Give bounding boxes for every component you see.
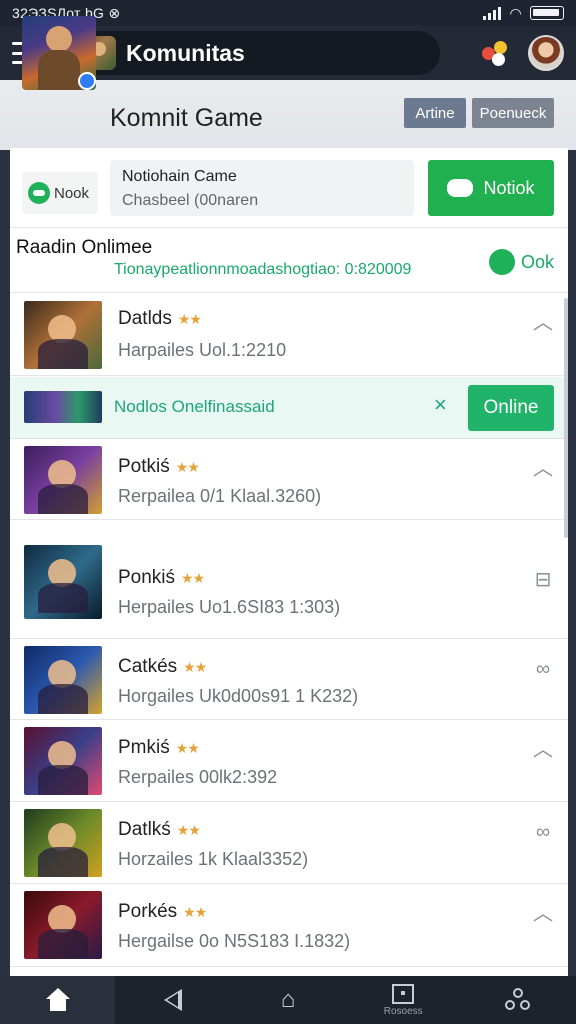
rating-stars: ★★ (183, 659, 207, 675)
game-title-line: Pmkiś ★★ (118, 737, 200, 759)
link-icon[interactable]: ∞ (532, 658, 554, 680)
game-title: Pmkiś (118, 737, 170, 758)
rating-stars: ★★ (175, 740, 200, 756)
game-title: Catkés (118, 656, 178, 677)
rating-stars: ★★ (175, 459, 200, 475)
nav-resources[interactable]: Rosoess (346, 976, 461, 1024)
battery-icon (530, 6, 564, 20)
square-icon (392, 983, 415, 1004)
controller-icon (28, 182, 50, 204)
close-icon[interactable]: × (434, 392, 447, 418)
game-title-line: Datlds ★★ (118, 308, 202, 330)
app-title: Komunitas (126, 39, 245, 66)
game-title: Ponkiś (118, 567, 176, 588)
verified-icon (78, 72, 96, 90)
game-subtitle: Horgailes Uk0d00s91 1 K232) (118, 686, 359, 706)
wifi-icon: ◠ (509, 4, 522, 21)
nook-tag[interactable]: Nook (22, 172, 98, 214)
rating-stars: ★★ (181, 570, 205, 586)
controller-icon (488, 249, 515, 275)
chevron-up-icon[interactable]: ︿ (532, 312, 554, 334)
game-title-line: Datlkś ★★ (118, 819, 201, 841)
game-title: Datlds (118, 308, 172, 329)
game-title-line: Potkiś ★★ (118, 456, 200, 478)
game-thumbnail (24, 727, 102, 795)
content-card: Nook Notiohain Came Chasbeel (00naren No… (10, 148, 568, 978)
game-row[interactable]: Pmkiś ★★ Rerpailes 00lk2:392 ︿ (10, 721, 568, 802)
rating-stars: ★★ (183, 904, 207, 920)
chevron-up-icon[interactable]: ︿ (532, 458, 554, 480)
lock-icon[interactable]: ⊟ (532, 569, 554, 591)
game-row[interactable]: Porkés ★★ Hergailse 0o N5S183 I.1832) ︿ (10, 885, 568, 967)
game-title: Porkés (118, 901, 178, 922)
notify-button-label: Notiok (483, 177, 535, 198)
online-section: Raadin Onlimee Tionaypeatlionnmoadashogt… (10, 229, 568, 293)
notify-button[interactable]: Notiok (428, 160, 554, 216)
online-section-subtitle: Tionaypeatlionnmoadashogtiao: 0:820009 (114, 261, 412, 278)
game-title: Potkiś (118, 456, 170, 477)
chevron-up-icon[interactable]: ︿ (532, 903, 554, 925)
game-subtitle: Harpailes Uol.1:2210 (118, 340, 287, 360)
nav-more[interactable] (461, 976, 576, 1024)
game-title-line: Ponkiś ★★ (118, 567, 205, 589)
game-row[interactable]: Datlkś ★★ Horzailes 1k Klaal3352) ∞ (10, 803, 568, 884)
nav-resources-label: Rosoess (383, 1005, 423, 1017)
online-section-title: Raadin Onlimee (16, 237, 153, 258)
game-row[interactable]: Datlds ★★ Harpailes Uol.1:2210 ︿ (10, 294, 568, 376)
bottom-nav: ⌂ Rosoess (0, 976, 576, 1024)
game-subtitle: Hergailse 0o N5S183 I.1832) (118, 931, 351, 951)
notification-box[interactable]: Notiohain Came Chasbeel (00naren (110, 160, 414, 216)
home-icon (45, 988, 71, 1012)
nav-back[interactable] (115, 976, 230, 1024)
back-icon (163, 989, 182, 1011)
ok-indicator[interactable]: Ook (488, 249, 554, 275)
game-thumbnail (24, 545, 102, 619)
nav-community[interactable]: ⌂ (230, 976, 345, 1024)
promo-banner: Nodlos Onelfinassaid × Online (10, 377, 568, 439)
signal-icon (483, 6, 502, 20)
scrollbar[interactable] (564, 298, 568, 538)
app-title-pill[interactable]: Komunitas (70, 31, 440, 75)
chip-poenueck[interactable]: Poenueck (472, 98, 554, 128)
game-title-line: Catkés ★★ (118, 656, 207, 678)
game-title-line: Porkés ★★ (118, 901, 207, 923)
game-thumbnail (24, 646, 102, 714)
game-row[interactable]: Potkiś ★★ Rerpailea 0/1 Klaal.3260) ︿ (10, 440, 568, 520)
game-row[interactable]: Catkés ★★ Horgailes Uk0d00s91 1 K232) ∞ (10, 640, 568, 720)
game-subtitle: Herpailes Uo1.6SI83 1:303) (118, 597, 341, 617)
game-row[interactable]: Ponkiś ★★ Herpailes Uo1.6SI83 1:303) ⊟ (10, 521, 568, 639)
rating-stars: ★★ (176, 822, 201, 838)
game-title: Datlkś (118, 819, 171, 840)
game-subtitle: Rerpailea 0/1 Klaal.3260) (118, 486, 322, 506)
game-subtitle: Rerpailes 00lk2:392 (118, 767, 278, 787)
user-avatar[interactable] (528, 35, 564, 71)
online-button[interactable]: Online (468, 385, 554, 431)
gamepad-icon[interactable] (480, 38, 510, 68)
game-thumbnail (24, 301, 102, 369)
game-subtitle: Horzailes 1k Klaal3352) (118, 849, 309, 869)
chip-artine[interactable]: Artine (404, 98, 466, 128)
nook-tag-label: Nook (54, 184, 90, 202)
rating-stars: ★★ (177, 311, 202, 327)
promo-thumbnail (24, 391, 102, 423)
ok-label: Ook (520, 251, 554, 272)
cluster-icon (505, 988, 531, 1012)
nav-home[interactable] (0, 976, 116, 1024)
controller-icon (447, 179, 474, 197)
chevron-up-icon[interactable]: ︿ (532, 739, 554, 761)
promo-text: Nodlos Onelfinassaid (114, 397, 275, 416)
link-icon[interactable]: ∞ (532, 821, 554, 843)
status-icons: ◠ (483, 5, 564, 22)
game-thumbnail (24, 891, 102, 959)
notification-row: Nook Notiohain Came Chasbeel (00naren No… (10, 148, 568, 228)
notification-line1: Notiohain Came (122, 168, 237, 185)
game-thumbnail (24, 446, 102, 514)
community-title: Komnit Game (110, 104, 263, 132)
house-outline-icon: ⌂ (280, 986, 296, 1013)
game-thumbnail (24, 809, 102, 877)
notification-line2: Chasbeel (00naren (122, 192, 259, 209)
